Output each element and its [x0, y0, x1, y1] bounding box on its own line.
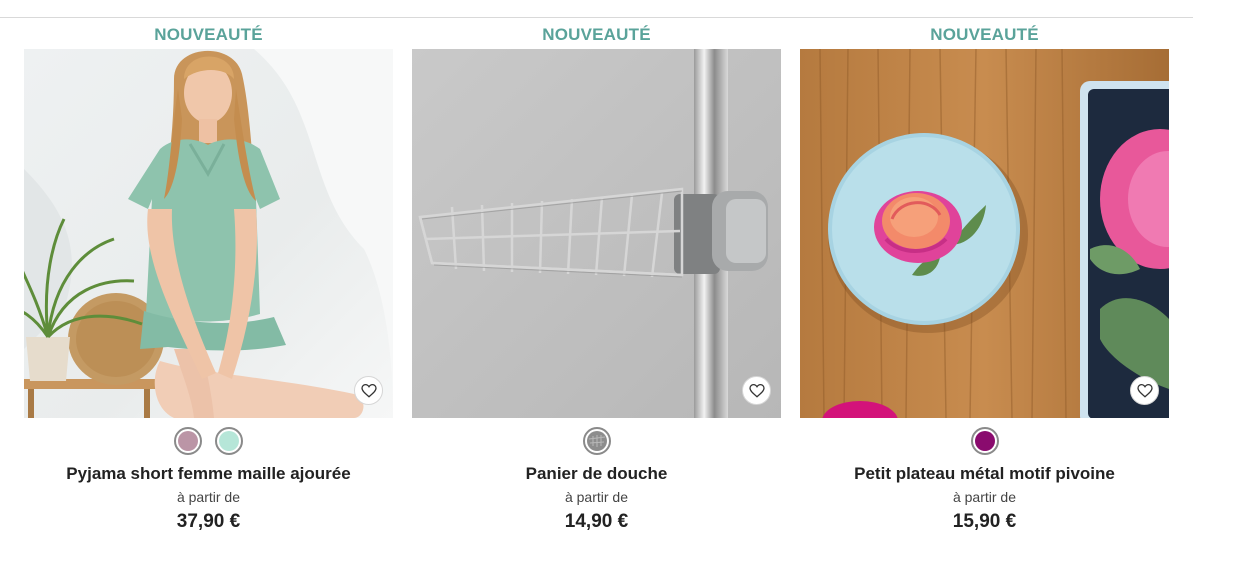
color-swatches	[24, 425, 393, 457]
product-image-woman-pyjama[interactable]	[24, 49, 393, 418]
new-badge: NOUVEAUTÉ	[930, 25, 1039, 44]
top-divider	[0, 17, 1193, 18]
product-image-shower-basket[interactable]	[412, 49, 781, 418]
price-prefix: à partir de	[176, 489, 241, 505]
product-price: 15,90 €	[952, 511, 1017, 532]
swatch-color	[974, 431, 995, 451]
color-swatch-grey[interactable]	[582, 427, 611, 455]
swatch-color	[178, 431, 198, 451]
product-name[interactable]: Petit plateau métal motif pivoine	[800, 463, 1169, 485]
color-swatch-mint[interactable]	[215, 427, 243, 455]
add-to-wishlist-button[interactable]	[1130, 376, 1159, 405]
product-card[interactable]: NOUVEAUTÉ	[412, 22, 781, 535]
add-to-wishlist-button[interactable]	[354, 376, 383, 405]
price-prefix: à partir de	[564, 489, 629, 505]
color-swatch-plum[interactable]	[970, 427, 999, 455]
color-swatches	[412, 425, 781, 457]
price-prefix: à partir de	[952, 489, 1017, 505]
heart-icon	[360, 383, 377, 398]
color-swatch-mauve[interactable]	[174, 427, 202, 455]
shower-basket-photo	[412, 49, 781, 418]
heart-icon	[748, 383, 765, 398]
new-badge: NOUVEAUTÉ	[542, 25, 651, 44]
peony-metal-tray-photo	[800, 49, 1169, 418]
texture-pattern	[588, 435, 605, 447]
new-badge: NOUVEAUTÉ	[154, 25, 263, 44]
add-to-wishlist-button[interactable]	[742, 376, 771, 405]
product-image-peony-tray[interactable]	[800, 49, 1169, 418]
product-card[interactable]: NOUVEAUTÉ	[800, 22, 1169, 535]
product-card[interactable]: NOUVEAUTÉ	[24, 22, 393, 535]
swatch-color	[219, 431, 239, 451]
product-name[interactable]: Pyjama short femme maille ajourée	[24, 463, 393, 485]
product-name[interactable]: Panier de douche	[412, 463, 781, 485]
product-price: 37,90 €	[176, 511, 241, 532]
woman-in-mint-pyjama-photo	[24, 49, 393, 418]
product-price: 14,90 €	[564, 511, 629, 532]
color-swatches	[800, 425, 1169, 457]
heart-icon	[1136, 383, 1153, 398]
swatch-color	[586, 431, 607, 451]
